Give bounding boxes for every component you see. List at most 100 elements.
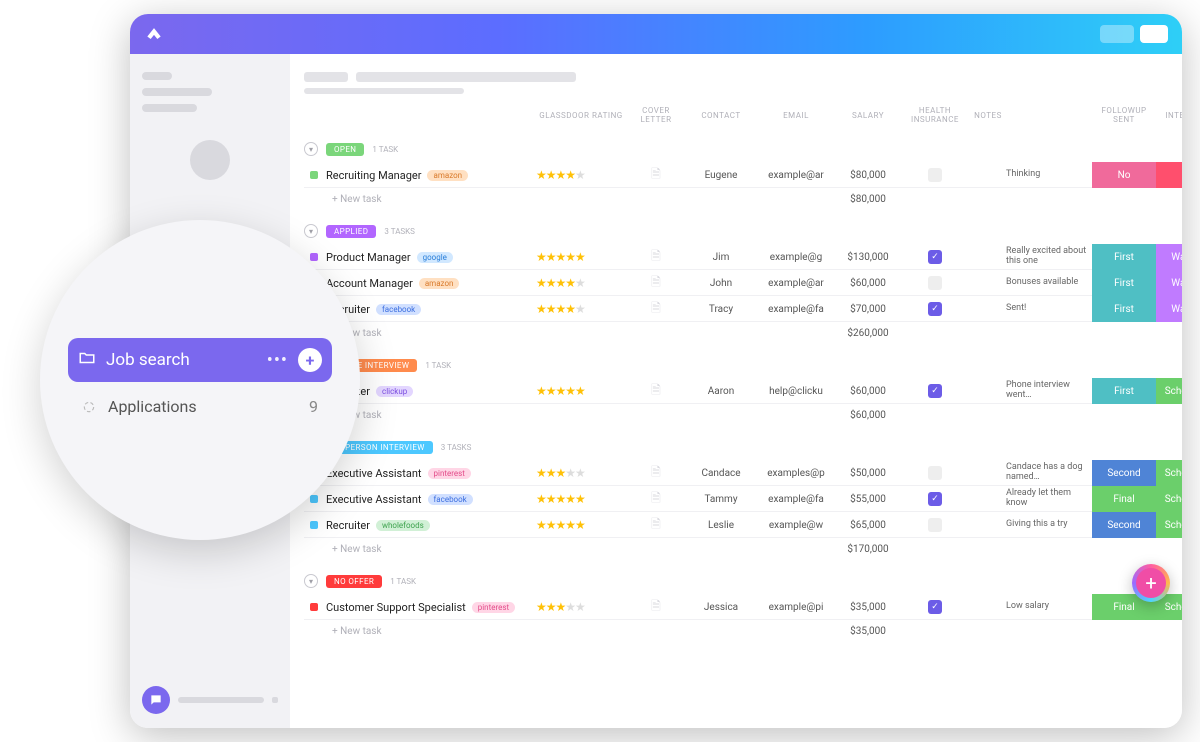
followup-cell[interactable]: First xyxy=(1092,378,1156,404)
glassdoor-rating[interactable]: ★★★★★ xyxy=(536,492,626,506)
notes-cell[interactable]: Sent! xyxy=(1006,304,1092,314)
notes-cell[interactable]: Candace has a dog named… xyxy=(1006,463,1092,483)
company-tag[interactable]: facebook xyxy=(376,304,421,315)
glassdoor-rating[interactable]: ★★★★★ xyxy=(536,276,626,290)
quick-create-fab[interactable]: + xyxy=(1132,564,1170,602)
glassdoor-rating[interactable]: ★★★★★ xyxy=(536,168,626,182)
interview-cell[interactable]: No xyxy=(1156,162,1182,188)
followup-cell[interactable]: Final xyxy=(1092,486,1156,512)
new-task-button[interactable]: + New task xyxy=(326,194,536,205)
task-row[interactable]: Recruiterwholefoods★★★★★🗎Leslieexample@w… xyxy=(304,512,1168,538)
interview-cell[interactable]: Scheduled xyxy=(1156,378,1182,404)
email-cell[interactable]: example@w xyxy=(756,520,836,531)
company-tag[interactable]: amazon xyxy=(419,278,460,289)
company-tag[interactable]: pinterest xyxy=(472,602,515,613)
followup-cell[interactable]: No xyxy=(1092,162,1156,188)
followup-cell[interactable]: Second xyxy=(1092,512,1156,538)
followup-cell[interactable]: Second xyxy=(1092,460,1156,486)
notes-cell[interactable]: Giving this a try xyxy=(1006,520,1092,530)
chat-icon[interactable] xyxy=(142,686,170,714)
company-tag[interactable]: google xyxy=(417,252,453,263)
contact-cell[interactable]: Jim xyxy=(686,252,756,263)
salary-cell[interactable]: $65,000 xyxy=(836,520,900,531)
cover-letter-icon[interactable]: 🗎 xyxy=(626,463,686,484)
cover-letter-icon[interactable]: 🗎 xyxy=(626,165,686,186)
notes-cell[interactable]: Bonuses available xyxy=(1006,278,1092,288)
status-tag[interactable]: OPEN xyxy=(326,143,364,156)
contact-cell[interactable]: Aaron xyxy=(686,386,756,397)
task-row[interactable]: Executive Assistantfacebook★★★★★🗎Tammyex… xyxy=(304,486,1168,512)
task-row[interactable]: Recruiterclickup★★★★★🗎Aaronhelp@clicku$6… xyxy=(304,378,1168,404)
glassdoor-rating[interactable]: ★★★★★ xyxy=(536,384,626,398)
email-cell[interactable]: example@fa xyxy=(756,304,836,315)
new-task-button[interactable]: + New task xyxy=(326,328,536,339)
collapse-toggle[interactable]: ▾ xyxy=(304,142,318,156)
salary-cell[interactable]: $35,000 xyxy=(836,602,900,613)
task-row[interactable]: Account Manageramazon★★★★★🗎Johnexample@a… xyxy=(304,270,1168,296)
status-tag[interactable]: APPLIED xyxy=(326,225,376,238)
company-tag[interactable]: amazon xyxy=(427,170,468,181)
email-cell[interactable]: example@g xyxy=(756,252,836,263)
email-cell[interactable]: help@clicku xyxy=(756,386,836,397)
email-cell[interactable]: example@fa xyxy=(756,494,836,505)
clickup-logo-icon[interactable] xyxy=(144,24,164,44)
task-row[interactable]: Product Managergoogle★★★★★🗎Jimexample@g$… xyxy=(304,244,1168,270)
email-cell[interactable]: example@ar xyxy=(756,170,836,181)
window-close-button[interactable] xyxy=(1140,25,1168,43)
salary-cell[interactable]: $70,000 xyxy=(836,304,900,315)
interview-cell[interactable]: Scheduled xyxy=(1156,460,1182,486)
notes-cell[interactable]: Phone interview went… xyxy=(1006,381,1092,401)
contact-cell[interactable]: Candace xyxy=(686,468,756,479)
cover-letter-icon[interactable]: 🗎 xyxy=(626,299,686,320)
salary-cell[interactable]: $80,000 xyxy=(836,170,900,181)
new-task-button[interactable]: + New task xyxy=(326,410,536,421)
collapse-toggle[interactable]: ▾ xyxy=(304,224,318,238)
cover-letter-icon[interactable]: 🗎 xyxy=(626,597,686,618)
add-list-button[interactable]: + xyxy=(298,348,322,372)
contact-cell[interactable]: Tammy xyxy=(686,494,756,505)
health-insurance-checkbox[interactable]: ✓ xyxy=(928,600,942,614)
followup-cell[interactable]: First xyxy=(1092,270,1156,296)
email-cell[interactable]: examples@p xyxy=(756,468,836,479)
salary-cell[interactable]: $60,000 xyxy=(836,386,900,397)
task-row[interactable]: Executive Assistantpinterest★★★★★🗎Candac… xyxy=(304,460,1168,486)
glassdoor-rating[interactable]: ★★★★★ xyxy=(536,302,626,316)
task-row[interactable]: Recruiterfacebook★★★★★🗎Tracyexample@fa$7… xyxy=(304,296,1168,322)
company-tag[interactable]: facebook xyxy=(428,494,473,505)
new-task-button[interactable]: + New task xyxy=(326,544,536,555)
health-insurance-checkbox[interactable]: ✓ xyxy=(928,492,942,506)
cover-letter-icon[interactable]: 🗎 xyxy=(626,247,686,268)
followup-cell[interactable]: First xyxy=(1092,296,1156,322)
cover-letter-icon[interactable]: 🗎 xyxy=(626,515,686,536)
followup-cell[interactable]: First xyxy=(1092,244,1156,270)
glassdoor-rating[interactable]: ★★★★★ xyxy=(536,518,626,532)
glassdoor-rating[interactable]: ★★★★★ xyxy=(536,250,626,264)
contact-cell[interactable]: Tracy xyxy=(686,304,756,315)
email-cell[interactable]: example@pi xyxy=(756,602,836,613)
company-tag[interactable]: clickup xyxy=(376,386,413,397)
email-cell[interactable]: example@ar xyxy=(756,278,836,289)
health-insurance-checkbox[interactable] xyxy=(928,168,942,182)
sidebar-folder-job-search[interactable]: Job search ••• + xyxy=(68,338,332,382)
health-insurance-checkbox[interactable]: ✓ xyxy=(928,384,942,398)
contact-cell[interactable]: Jessica xyxy=(686,602,756,613)
interview-cell[interactable]: Waiting xyxy=(1156,244,1182,270)
company-tag[interactable]: wholefoods xyxy=(376,520,430,531)
salary-cell[interactable]: $55,000 xyxy=(836,494,900,505)
health-insurance-checkbox[interactable] xyxy=(928,466,942,480)
notes-cell[interactable]: Really excited about this one xyxy=(1006,247,1092,267)
new-task-button[interactable]: + New task xyxy=(326,626,536,637)
glassdoor-rating[interactable]: ★★★★★ xyxy=(536,600,626,614)
interview-cell[interactable]: Waiting xyxy=(1156,296,1182,322)
notes-cell[interactable]: Low salary xyxy=(1006,602,1092,612)
cover-letter-icon[interactable]: 🗎 xyxy=(626,489,686,510)
contact-cell[interactable]: Eugene xyxy=(686,170,756,181)
cover-letter-icon[interactable]: 🗎 xyxy=(626,273,686,294)
interview-cell[interactable]: Scheduled xyxy=(1156,512,1182,538)
health-insurance-checkbox[interactable] xyxy=(928,276,942,290)
more-icon[interactable]: ••• xyxy=(267,350,288,371)
company-tag[interactable]: pinterest xyxy=(428,468,471,479)
task-row[interactable]: Customer Support Specialistpinterest★★★★… xyxy=(304,594,1168,620)
salary-cell[interactable]: $130,000 xyxy=(836,252,900,263)
health-insurance-checkbox[interactable]: ✓ xyxy=(928,302,942,316)
